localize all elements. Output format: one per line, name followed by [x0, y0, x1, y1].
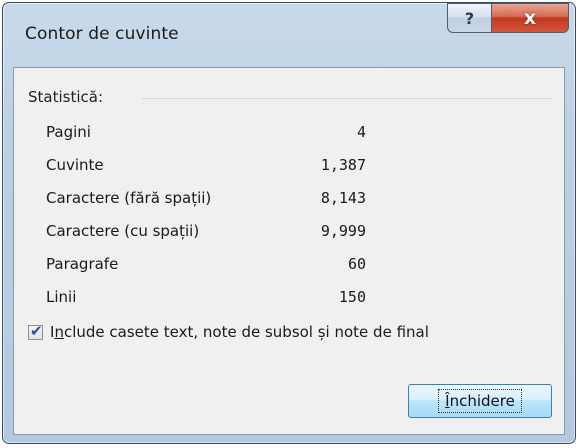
stat-value: 9,999 [320, 222, 366, 240]
close-icon: x [523, 7, 537, 29]
dialog-body: Statistică: Pagini 4 Cuvinte 1,387 Carac… [13, 67, 565, 435]
stat-value: 8,143 [320, 189, 366, 207]
window-close-button[interactable]: x [491, 3, 569, 33]
close-button[interactable]: Închidere [408, 384, 552, 418]
stat-row-chars-with-spaces: Caractere (cu spații) 9,999 [46, 219, 366, 252]
stat-value: 4 [356, 123, 366, 141]
help-button[interactable]: ? [447, 3, 491, 33]
statistics-list: Pagini 4 Cuvinte 1,387 Caractere (fără s… [46, 120, 366, 318]
stat-label: Caractere (cu spații) [46, 222, 200, 240]
title-bar[interactable]: Contor de cuvinte ? x [3, 3, 575, 67]
help-icon: ? [464, 8, 475, 28]
include-textboxes-notes-checkbox[interactable]: ✔ [28, 321, 43, 340]
stat-row-words: Cuvinte 1,387 [46, 153, 366, 186]
checkmark-icon: ✔ [30, 321, 43, 340]
dialog-title: Contor de cuvinte [25, 24, 179, 44]
stat-label: Pagini [46, 123, 91, 141]
stat-row-chars-no-spaces: Caractere (fără spații) 8,143 [46, 186, 366, 219]
stat-value: 150 [338, 288, 366, 306]
caption-buttons: ? x [447, 3, 569, 33]
statistics-group-label: Statistică: [28, 88, 103, 106]
group-divider [142, 98, 552, 99]
stat-label: Linii [46, 288, 77, 306]
stat-row-paragraphs: Paragrafe 60 [46, 252, 366, 285]
stat-value: 60 [347, 255, 366, 273]
close-button-label: Închidere [438, 389, 522, 413]
stat-label: Paragrafe [46, 255, 119, 273]
stat-label: Cuvinte [46, 156, 104, 174]
include-textboxes-notes-option[interactable]: ✔ Include casete text, note de subsol și… [28, 321, 429, 341]
include-option-label: Include casete text, note de subsol și n… [50, 323, 429, 341]
stat-value: 1,387 [320, 156, 366, 174]
stat-label: Caractere (fără spații) [46, 189, 212, 207]
stat-row-lines: Linii 150 [46, 285, 366, 318]
stat-row-pages: Pagini 4 [46, 120, 366, 153]
word-count-dialog: Contor de cuvinte ? x Statistică: Pagini… [2, 2, 576, 444]
